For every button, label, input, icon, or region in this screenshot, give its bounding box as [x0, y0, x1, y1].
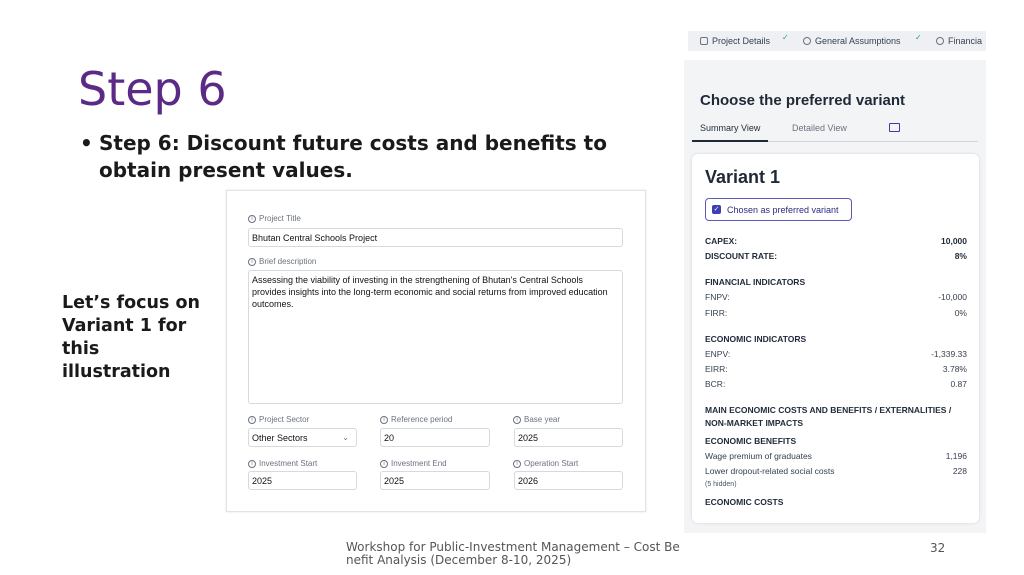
- eirr-row: EIRR: 3.78%: [705, 364, 967, 374]
- page-number: 32: [930, 541, 946, 555]
- focus-note: Let’s focus on Variant 1 for this illust…: [62, 293, 201, 382]
- dropout-costs-label: Lower dropout-related social costs: [705, 466, 835, 476]
- wage-premium-label: Wage premium of graduates: [705, 451, 812, 461]
- project-title-input[interactable]: Bhutan Central Schools Project: [248, 228, 623, 247]
- discount-rate-row: DISCOUNT RATE: 8%: [705, 251, 967, 261]
- capex-row: CAPEX: 10,000: [705, 236, 967, 246]
- bcr-row: BCR: 0.87: [705, 379, 967, 389]
- bcr-label: BCR:: [705, 379, 726, 389]
- info-icon: i: [248, 415, 256, 424]
- info-icon: i: [248, 257, 256, 266]
- panel-title: Choose the preferred variant: [700, 92, 906, 109]
- chevron-down-icon: ⌄: [342, 433, 349, 442]
- clipboard-icon: [700, 37, 708, 45]
- tab-general-assumptions[interactable]: General Assumptions ✓: [803, 33, 922, 46]
- check-icon: ✓: [782, 33, 789, 42]
- tab-label: General Assumptions: [815, 36, 901, 46]
- checkbox-checked-icon: ✓: [712, 205, 721, 214]
- project-title-label: i Project Title: [248, 214, 301, 223]
- sector-select-value: Other Sectors: [252, 433, 308, 443]
- info-icon: i: [248, 214, 256, 223]
- check-icon: ✓: [915, 33, 922, 42]
- bullet-text: Step 6: Discount future costs and benefi…: [99, 131, 607, 182]
- bullet-point: • Step 6: Discount future costs and bene…: [80, 130, 660, 184]
- hidden-items-note[interactable]: (5 hidden): [705, 481, 737, 488]
- capex-label: CAPEX:: [705, 236, 738, 246]
- economic-indicators-header: ECONOMIC INDICATORS: [705, 334, 807, 344]
- dropout-costs-row: Lower dropout-related social costs 228: [705, 466, 967, 476]
- tab-summary-view[interactable]: Summary View: [700, 123, 760, 133]
- operation-start-input[interactable]: 2026: [514, 471, 623, 490]
- investment-start-input[interactable]: 2025: [248, 471, 357, 490]
- base-year-label: i Base year: [513, 415, 560, 424]
- reference-period-input[interactable]: 20: [380, 428, 490, 447]
- info-icon: i: [513, 415, 521, 424]
- step-tabs-bar: Project Details ✓ General Assumptions ✓ …: [688, 31, 986, 51]
- slide-title: Step 6: [78, 62, 227, 116]
- capex-value: 10,000: [941, 236, 967, 246]
- bullet-dot: •: [80, 131, 93, 155]
- fnpv-label: FNPV:: [705, 292, 730, 302]
- fnpv-row: FNPV: -10,000: [705, 292, 967, 302]
- eirr-label: EIRR:: [705, 364, 728, 374]
- firr-label: FIRR:: [705, 308, 728, 318]
- financial-indicators-header: FINANCIAL INDICATORS: [705, 277, 806, 287]
- reference-period-label: i Reference period: [380, 415, 452, 424]
- active-tab-indicator: [692, 140, 768, 142]
- tab-detailed-view[interactable]: Detailed View: [792, 123, 847, 133]
- wage-premium-value: 1,196: [945, 451, 967, 461]
- investment-start-label: i Investment Start: [248, 459, 317, 468]
- chosen-label: Chosen as preferred variant: [727, 204, 839, 215]
- sector-select[interactable]: Other Sectors ⌄: [248, 428, 357, 447]
- slide-footer: Workshop for Public-Investment Managemen…: [346, 540, 680, 567]
- firr-row: FIRR: 0%: [705, 308, 967, 318]
- variant-title: Variant 1: [705, 167, 781, 187]
- sector-label: i Project Sector: [248, 415, 309, 424]
- base-year-input[interactable]: 2025: [514, 428, 623, 447]
- discount-rate-value: 8%: [954, 251, 967, 261]
- description-label: i Brief description: [248, 257, 316, 266]
- chosen-preferred-toggle[interactable]: ✓ Chosen as preferred variant: [705, 198, 852, 221]
- description-textarea[interactable]: Assessing the viability of investing in …: [248, 270, 623, 404]
- enpv-value: -1,339.33: [931, 349, 967, 359]
- enpv-label: ENPV:: [705, 349, 731, 359]
- tab-project-details[interactable]: Project Details ✓: [700, 33, 789, 46]
- eirr-value: 3.78%: [942, 364, 967, 374]
- firr-value: 0%: [954, 308, 967, 318]
- main-costs-benefits-header: MAIN ECONOMIC COSTS AND BENEFITS / EXTER…: [705, 405, 952, 428]
- operation-start-label: i Operation Start: [513, 459, 578, 468]
- presentation-icon[interactable]: [889, 123, 900, 132]
- fnpv-value: -10,000: [938, 292, 967, 302]
- economic-benefits-header: ECONOMIC BENEFITS: [705, 436, 797, 446]
- bcr-value: 0.87: [950, 379, 967, 389]
- info-icon: i: [248, 459, 256, 468]
- discount-rate-label: DISCOUNT RATE:: [705, 251, 778, 261]
- economic-costs-header: ECONOMIC COSTS: [705, 497, 784, 507]
- settings-icon: [803, 37, 811, 45]
- info-icon: i: [513, 459, 521, 468]
- project-details-form: i Project Title Bhutan Central Schools Pr…: [226, 190, 646, 512]
- tab-financial[interactable]: Financia: [936, 36, 982, 46]
- dollar-icon: [936, 37, 944, 45]
- tab-label: Project Details: [712, 36, 771, 46]
- investment-end-input[interactable]: 2025: [380, 471, 490, 490]
- tab-label: Financia: [948, 36, 983, 46]
- dropout-costs-value: 228: [952, 466, 967, 476]
- enpv-row: ENPV: -1,339.33: [705, 349, 967, 359]
- info-icon: i: [380, 459, 388, 468]
- investment-end-label: i Investment End: [380, 459, 447, 468]
- info-icon: i: [380, 415, 388, 424]
- wage-premium-row: Wage premium of graduates 1,196: [705, 451, 967, 461]
